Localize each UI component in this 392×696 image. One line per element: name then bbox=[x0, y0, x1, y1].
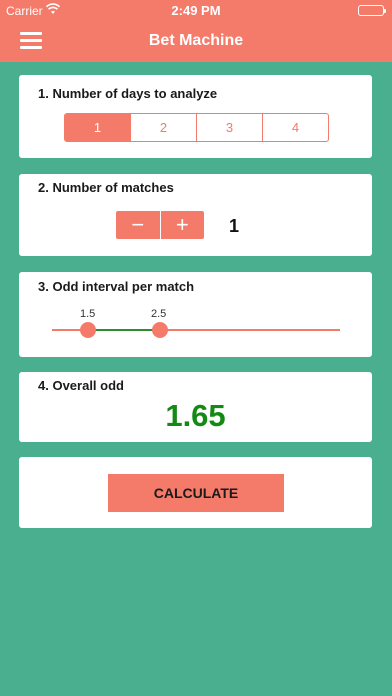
days-option-4[interactable]: 4 bbox=[263, 114, 328, 141]
page-title: Bet Machine bbox=[148, 32, 244, 49]
high-slider-thumb[interactable] bbox=[152, 322, 168, 338]
days-title: 1. Number of days to analyze bbox=[38, 86, 218, 101]
days-segmented-control: 1 2 3 4 bbox=[64, 113, 329, 142]
status-bar: Carrier 2:49 PM bbox=[0, 0, 392, 20]
interval-title: 3. Odd interval per match bbox=[38, 279, 195, 294]
matches-stepper: − + bbox=[116, 211, 204, 239]
overall-odd-value: 1.65 bbox=[165, 398, 226, 433]
calculate-button[interactable]: CALCULATE bbox=[108, 474, 284, 512]
slider-selected-range bbox=[88, 329, 160, 331]
days-option-1[interactable]: 1 bbox=[65, 114, 131, 141]
days-option-3[interactable]: 3 bbox=[197, 114, 263, 141]
days-option-2[interactable]: 2 bbox=[131, 114, 197, 141]
matches-title: 2. Number of matches bbox=[38, 180, 174, 195]
clock: 2:49 PM bbox=[171, 3, 221, 18]
low-value-label: 1.5 bbox=[80, 308, 96, 320]
interval-card: 3. Odd interval per match 1.5 2.5 bbox=[19, 272, 372, 357]
overall-odd-card: 4. Overall odd 1.65 bbox=[19, 372, 372, 442]
matches-value: 1 bbox=[229, 216, 240, 236]
increment-button[interactable]: + bbox=[161, 211, 205, 239]
calculate-card: CALCULATE bbox=[19, 457, 372, 528]
decrement-button[interactable]: − bbox=[116, 211, 161, 239]
high-value-label: 2.5 bbox=[151, 308, 167, 320]
battery-icon bbox=[358, 5, 386, 16]
overall-odd-title: 4. Overall odd bbox=[38, 378, 124, 393]
matches-card: 2. Number of matches − + 1 bbox=[19, 174, 372, 256]
days-card: 1. Number of days to analyze 1 2 3 4 bbox=[19, 75, 372, 158]
nav-bar: Bet Machine bbox=[0, 20, 392, 62]
low-slider-thumb[interactable] bbox=[80, 322, 96, 338]
